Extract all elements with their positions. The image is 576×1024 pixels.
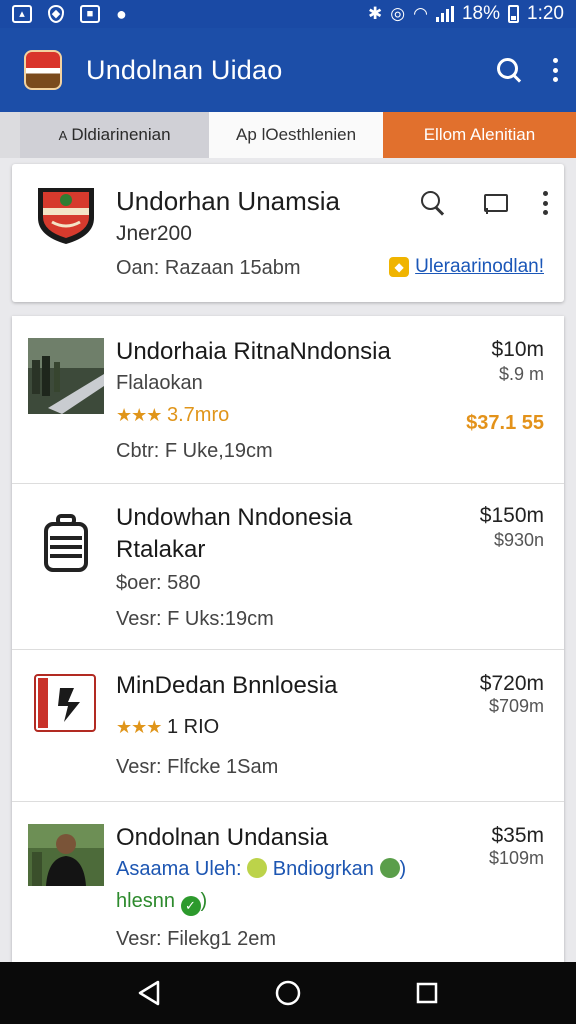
rating-stars: ★★★ xyxy=(116,405,162,425)
cast-icon[interactable] xyxy=(482,192,508,214)
back-button[interactable] xyxy=(129,973,169,1013)
badge-icon: ◆ xyxy=(389,257,410,277)
rating-value: 1 RIO xyxy=(166,716,220,738)
item-price-highlight: $37.1 55 xyxy=(466,412,544,434)
more-options-icon[interactable] xyxy=(542,191,548,215)
header-link-text: Uleraarinodlan! xyxy=(415,256,544,277)
back-icon xyxy=(139,980,160,1006)
rating-stars: ★★★ xyxy=(116,717,162,737)
results-list: Undorhaia RitnaNndonsia Flalaokan ★★★ 3.… xyxy=(12,316,564,962)
author-name: Bndiogrkan xyxy=(272,858,374,880)
battery-icon xyxy=(508,5,520,23)
system-nav-bar xyxy=(0,962,576,1024)
header-card: Undorhan Unamsia Jner200 Oan: Razaan 15a… xyxy=(12,164,564,302)
list-item[interactable]: Undorhaia RitnaNndonsia Flalaokan ★★★ 3.… xyxy=(12,316,564,484)
tab-bar: A Dldiarinenian Ap lOesthlenien Ellom Al… xyxy=(0,112,576,158)
emoji-icon xyxy=(379,858,400,878)
shield-icon: ◆ xyxy=(48,5,64,23)
tab-third-label: Ellom Alenitian xyxy=(423,125,536,144)
item-price-sub: $930n xyxy=(493,530,544,550)
tab-third[interactable]: Ellom Alenitian xyxy=(382,112,576,158)
item-title: Undorhaia RitnaNndonsia xyxy=(116,338,391,365)
list-item[interactable]: Ondolnan Undansia Asaama Uleh: Bndiogrka… xyxy=(12,802,564,962)
item-title: Ondolnan Undansia xyxy=(116,824,329,851)
crest-logo xyxy=(38,188,94,244)
home-button[interactable] xyxy=(268,973,308,1013)
item-status: hlesnn ✓) xyxy=(116,890,207,916)
item-subtitle: Flalaokan xyxy=(116,372,203,394)
header-title: Undorhan Unamsia xyxy=(116,186,341,216)
status-bar: ▴ ◆ ■ ● ✱ ◎ ◠ 18% 1:20 xyxy=(0,0,576,28)
item-subtitle: Rtalakar xyxy=(116,536,206,563)
tab-second-label: Ap lOesthlenien xyxy=(236,125,357,144)
bluetooth-icon: ✱ xyxy=(368,4,383,23)
app-icon: ■ xyxy=(80,5,100,23)
item-price: $10m xyxy=(491,338,544,361)
item-price: $720m xyxy=(479,672,544,695)
item-meta: Vesr: Flfcke 1Sam xyxy=(116,756,279,778)
search-icon[interactable] xyxy=(496,57,522,83)
item-meta: Cbtr: F Uke,19cm xyxy=(116,440,273,462)
app-bar: Undolnan Uidao xyxy=(0,28,576,112)
item-rating: ★★★ 3.7mro xyxy=(116,404,229,427)
tab-second[interactable]: Ap lOesthlenien xyxy=(209,112,383,158)
signal-icon xyxy=(435,6,454,22)
header-subtitle: Jner200 xyxy=(116,222,192,245)
header-meta: Oan: Razaan 15abm xyxy=(116,257,301,279)
item-photo xyxy=(28,824,104,886)
item-price: $150m xyxy=(479,504,544,527)
gallery-icon: ▴ xyxy=(12,5,32,23)
list-item[interactable]: Undowhan Nndonesia Rtalakar $oer: 580 Ve… xyxy=(12,484,564,650)
header-link[interactable]: ◆ Uleraarinodlan! xyxy=(389,256,544,278)
item-author: Asaama Uleh: Bndiogrkan ) xyxy=(116,858,407,880)
more-options-icon[interactable] xyxy=(552,58,558,82)
item-price: $35m xyxy=(491,824,544,847)
app-title: Undolnan Uidao xyxy=(86,54,283,85)
home-icon xyxy=(275,980,301,1006)
item-price-sub: $109m xyxy=(488,848,544,868)
emoji-icon xyxy=(247,858,268,878)
author-prefix: Asaama Uleh: xyxy=(116,858,242,880)
status-text: hlesnn xyxy=(116,890,175,912)
tab-first-label: Dldiarinenian xyxy=(71,125,171,144)
tab-first-prefix: A xyxy=(58,127,68,143)
location-icon: ● xyxy=(116,3,127,24)
check-icon: ✓ xyxy=(180,896,201,916)
recents-button[interactable] xyxy=(407,973,447,1013)
luggage-icon xyxy=(44,514,88,572)
search-icon[interactable] xyxy=(420,190,446,216)
tab-first[interactable]: A Dldiarinenian xyxy=(20,112,210,158)
item-detail: $oer: 580 xyxy=(116,572,201,594)
wifi-icon: ◠ xyxy=(413,4,428,23)
list-item[interactable]: MinDedan Bnnloesia ★★★ 1 RIO Vesr: Flfck… xyxy=(12,650,564,802)
battery-percent: 18% xyxy=(461,3,501,24)
item-title: Undowhan Nndonesia xyxy=(116,504,353,531)
item-meta: Vesr: F Uks:19cm xyxy=(116,608,274,630)
item-photo xyxy=(28,338,104,414)
item-logo xyxy=(34,674,96,732)
item-price-sub: $709m xyxy=(488,696,544,716)
item-meta: Vesr: Filekg1 2em xyxy=(116,928,277,950)
app-logo xyxy=(24,50,62,90)
alarm-icon: ◎ xyxy=(390,4,406,23)
item-price-sub: $.9 m xyxy=(498,364,544,384)
clock: 1:20 xyxy=(527,3,564,24)
item-rating: ★★★ 1 RIO xyxy=(116,716,219,739)
recents-icon xyxy=(416,982,437,1004)
item-title: MinDedan Bnnloesia xyxy=(116,672,338,699)
rating-value: 3.7mro xyxy=(166,404,230,426)
